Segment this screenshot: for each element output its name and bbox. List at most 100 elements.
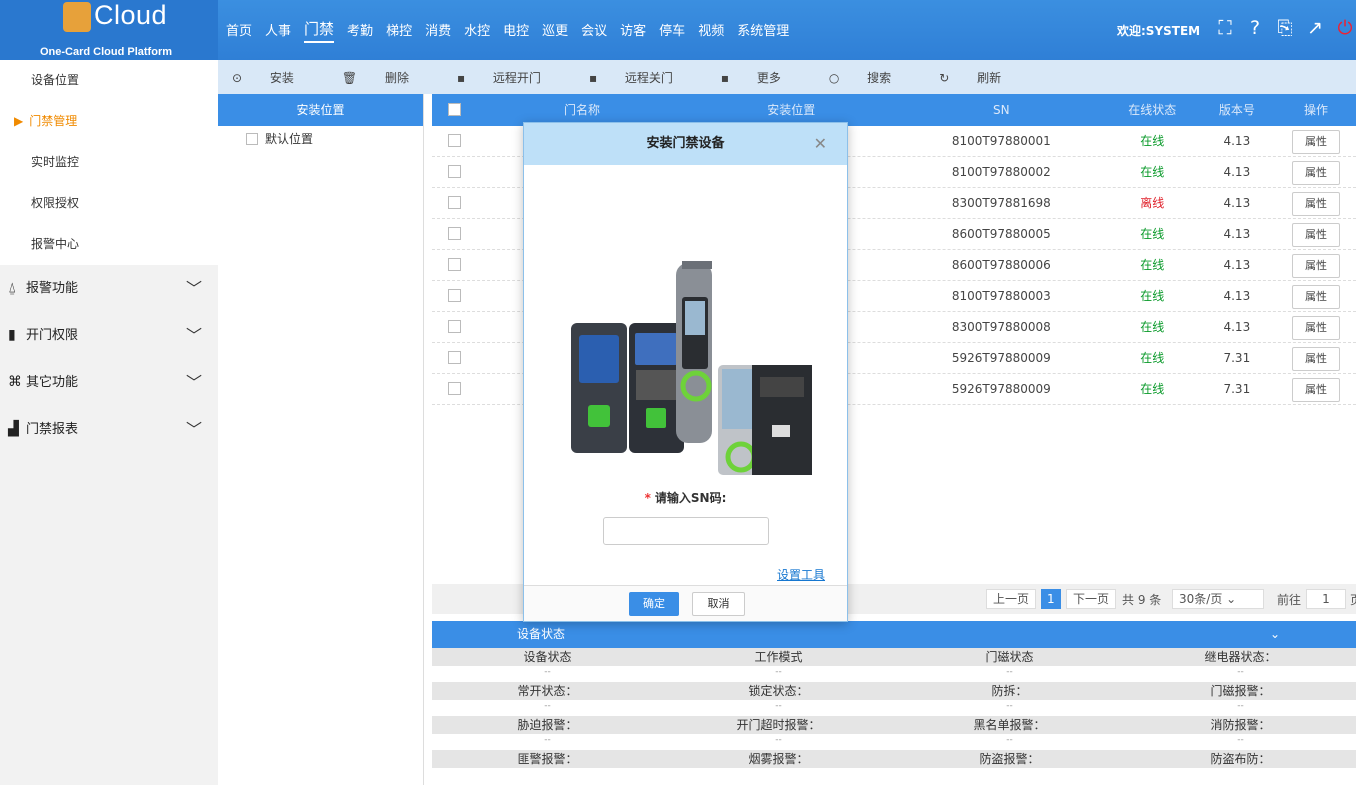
properties-button[interactable]: 属性 (1291, 130, 1340, 154)
install-button[interactable]: ⊙ 安装 (232, 69, 318, 86)
sn-input[interactable] (603, 517, 769, 545)
fullscreen-icon[interactable]: ⛶ (1213, 16, 1237, 40)
sidebar-item-live-monitor[interactable]: 实时监控 (0, 142, 218, 183)
goto-label: 前往 (1277, 593, 1302, 607)
device-status-panel: 设备状态 ⌄ 设备状态 工作模式 门磁状态 继电器状态： -- -- -- -- 常开状态： 锁定… (432, 621, 1356, 785)
col-action: 操作 (1303, 103, 1328, 117)
row-checkbox[interactable] (448, 227, 462, 240)
sidebar-group-other[interactable]: ⌘ 其它功能 ﹀ (0, 359, 218, 406)
tree-header: 安装位置 (218, 94, 423, 126)
nav-item-access[interactable]: 门禁 (304, 18, 335, 43)
help-icon[interactable]: ? (1243, 16, 1267, 40)
row-checkbox[interactable] (448, 351, 462, 364)
install-device-dialog: 安装门禁设备 ✕ * 请输入SN码: 设置工具 确定 取消 (523, 122, 848, 622)
row-checkbox[interactable] (448, 258, 462, 271)
delete-button[interactable]: 🗑 删除 (342, 69, 433, 86)
sidebar-group-door-permission[interactable]: ▮ 开门权限 ﹀ (0, 312, 218, 359)
properties-button[interactable]: 属性 (1291, 378, 1340, 402)
status-label: 锁定状态： (748, 684, 809, 698)
dialog-body: * 请输入SN码: 设置工具 (524, 165, 847, 587)
row-checkbox[interactable] (448, 382, 462, 395)
nav-item-parking[interactable]: 停车 (659, 20, 685, 43)
sidebar-sub-nav: 设备位置 ▶ 门禁管理 实时监控 权限授权 报警中心 (0, 60, 218, 265)
checkbox[interactable] (246, 133, 258, 145)
remote-open-button[interactable]: ▪ 远程开门 (457, 69, 565, 86)
status-value: -- (775, 735, 782, 745)
sidebar-item-alarm-center[interactable]: 报警中心 (0, 224, 218, 265)
confirm-button[interactable]: 确定 (629, 592, 679, 616)
edit-window-icon[interactable]: ↗ (1303, 16, 1327, 40)
sidebar-group-reports[interactable]: ▟ 门禁报表 ﹀ (0, 406, 218, 453)
cell-status: 在线 (1140, 258, 1165, 272)
chart-icon: ▟ (8, 421, 19, 437)
setup-tool-link[interactable]: 设置工具 (777, 566, 825, 583)
dialog-header: 安装门禁设备 ✕ (524, 123, 847, 165)
row-checkbox[interactable] (448, 165, 462, 178)
cell-version: 4.13 (1223, 289, 1251, 303)
more-button[interactable]: ▪ 更多 (721, 69, 805, 86)
select-all-checkbox[interactable] (448, 103, 462, 116)
monitor-icon: ▪ (720, 70, 733, 85)
status-label-row: 设备状态 工作模式 门磁状态 继电器状态： (432, 648, 1356, 666)
prev-page-button[interactable]: 上一页 (986, 589, 1037, 609)
nav-item-patrol[interactable]: 巡更 (542, 20, 568, 43)
status-value: -- (1006, 735, 1013, 745)
page-1-button[interactable]: 1 (1041, 589, 1061, 609)
properties-button[interactable]: 属性 (1291, 161, 1340, 185)
nav-item-water[interactable]: 水控 (464, 20, 490, 43)
cell-version: 4.13 (1223, 165, 1251, 179)
row-checkbox[interactable] (448, 289, 462, 302)
row-checkbox[interactable] (448, 320, 462, 333)
nav-item-power[interactable]: 电控 (503, 20, 529, 43)
nav-item-visitor[interactable]: 访客 (620, 20, 646, 43)
properties-button[interactable]: 属性 (1291, 223, 1340, 247)
properties-button[interactable]: 属性 (1291, 285, 1340, 309)
search-button[interactable]: ○ 搜索 (829, 69, 915, 86)
row-checkbox[interactable] (448, 196, 462, 209)
cell-version: 7.31 (1223, 382, 1251, 396)
nav-item-consumption[interactable]: 消费 (425, 20, 451, 43)
goto-page-input[interactable]: 1 (1306, 589, 1346, 609)
status-value-row: -- -- -- -- (432, 666, 1356, 682)
remote-close-button[interactable]: ▪ 远程关门 (589, 69, 697, 86)
cell-version: 4.13 (1223, 134, 1251, 148)
sidebar-item-access-management[interactable]: ▶ 门禁管理 (0, 101, 218, 142)
nav-item-elevator[interactable]: 梯控 (386, 20, 412, 43)
cell-sn: 8300T97881698 (951, 196, 1051, 210)
status-label: 常开状态： (517, 684, 578, 698)
close-icon[interactable]: ✕ (814, 123, 827, 165)
status-label: 匪警报警： (517, 752, 578, 766)
power-icon[interactable]: ⏻ (1333, 16, 1356, 40)
status-panel-header[interactable]: 设备状态 ⌄ (432, 621, 1356, 648)
door-icon: ▮ (8, 327, 16, 343)
properties-button[interactable]: 属性 (1291, 316, 1340, 340)
nav-item-video[interactable]: 视频 (698, 20, 724, 43)
sidebar-group-alarm[interactable]: ⍙ 报警功能 ﹀ (0, 265, 218, 312)
language-icon[interactable]: ⎘ (1273, 16, 1297, 40)
cancel-button[interactable]: 取消 (692, 592, 745, 616)
refresh-button[interactable]: ↻ 刷新 (939, 69, 1025, 86)
chevron-down-icon: ﹀ (186, 373, 203, 392)
nav-item-hr[interactable]: 人事 (265, 20, 291, 43)
properties-button[interactable]: 属性 (1291, 347, 1340, 371)
sidebar-item-authorization[interactable]: 权限授权 (0, 183, 218, 224)
page-size-select[interactable]: 30条/页 ⌄ (1172, 589, 1264, 609)
sidebar-item-device-location[interactable]: 设备位置 (0, 60, 218, 101)
nav-item-meeting[interactable]: 会议 (581, 20, 607, 43)
sn-label: * 请输入SN码: (644, 491, 727, 505)
cell-version: 4.13 (1223, 320, 1251, 334)
properties-button[interactable]: 属性 (1291, 192, 1340, 216)
properties-button[interactable]: 属性 (1291, 254, 1340, 278)
cell-sn: 8600T97880006 (951, 258, 1051, 272)
nav-item-home[interactable]: 首页 (226, 20, 252, 43)
caret-right-icon: ▶ (14, 114, 24, 128)
tree-item-default-location[interactable]: 默认位置 (218, 126, 423, 152)
status-label: 工作模式 (754, 650, 803, 664)
nav-item-system[interactable]: 系统管理 (737, 20, 789, 43)
nav-item-attendance[interactable]: 考勤 (347, 20, 373, 43)
location-tree: 安装位置 默认位置 (218, 94, 424, 785)
row-checkbox[interactable] (448, 134, 462, 147)
total-count: 共 9 条 (1122, 593, 1162, 607)
sidebar: 设备位置 ▶ 门禁管理 实时监控 权限授权 报警中心 ⍙ 报警功能 ﹀ ▮ 开门权限 ﹀ … (0, 60, 218, 785)
next-page-button[interactable]: 下一页 (1066, 589, 1117, 609)
